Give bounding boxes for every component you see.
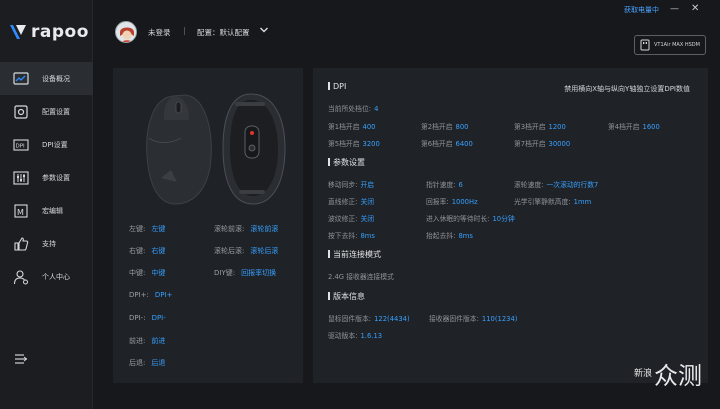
binding-scroll-down: 滚轮后滚: 滚轮后滚 <box>214 247 279 255</box>
header-divider: | <box>183 26 186 35</box>
dpi-level-3: 第3档开启 1200 <box>514 123 566 131</box>
login-status[interactable]: 未登录 <box>148 27 171 38</box>
sidebar-item-label: 个人中心 <box>42 272 70 281</box>
connection-section-title: 当前连接模式 <box>328 249 381 260</box>
header-bar: 未登录 | 配置：默认配置 获取电量中 — ✕ VT1Air MAX HSDM <box>93 0 720 62</box>
close-button[interactable]: ✕ <box>691 3 699 14</box>
dpi-level-6: 第6档开启 6400 <box>421 140 473 148</box>
dpi-icon: DPI <box>12 136 30 154</box>
param-scroll-speed: 滚轮速度: 一次滚动的行数7 <box>514 181 599 189</box>
svg-text:DPI: DPI <box>16 143 26 149</box>
sidebar: rapoo 设备概况 配置设置 DPI DPI设置 参数设置 M 宏编辑 支持 … <box>0 0 93 409</box>
sidebar-nav: 设备概况 配置设置 DPI DPI设置 参数设置 M 宏编辑 支持 个人中心 <box>0 62 93 293</box>
collapse-menu-icon[interactable] <box>14 352 28 366</box>
binding-back: 后退: 后退 <box>129 359 166 367</box>
param-motion-sync: 移动同步: 开启 <box>328 181 375 189</box>
binding-scroll-up: 滚轮前滚: 滚轮前滚 <box>214 225 279 233</box>
param-sleep-timeout: 进入休眠的等待时长: 10分钟 <box>426 215 515 223</box>
param-angle-snapping: 直线修正: 关闭 <box>328 198 375 206</box>
param-ripple-control: 波纹修正: 关闭 <box>328 215 375 223</box>
dpi-level-1: 第1档开启 400 <box>328 123 376 131</box>
sidebar-item-support[interactable]: 支持 <box>0 227 93 260</box>
dpi-level-4: 第4档开启 1600 <box>608 123 660 131</box>
sidebar-item-profile[interactable]: 个人中心 <box>0 260 93 293</box>
sidebar-item-config[interactable]: 配置设置 <box>0 95 93 128</box>
avatar-face-icon <box>116 22 136 42</box>
device-name: VT1Air MAX HSDM <box>654 42 700 48</box>
chart-icon <box>12 70 30 88</box>
connection-mode: 2.4G 接收器连接模式 <box>328 273 394 281</box>
watermark: 新浪 众测 <box>634 356 702 391</box>
usb-receiver-icon <box>640 39 650 51</box>
sidebar-item-label: 支持 <box>42 239 56 248</box>
mouse-firmware-version: 鼠标固件版本: 122(4434) <box>328 315 410 323</box>
sidebar-item-params[interactable]: 参数设置 <box>0 161 93 194</box>
sidebar-item-label: 配置设置 <box>42 107 70 116</box>
sidebar-item-label: 宏编辑 <box>42 206 63 215</box>
dpi-level-2: 第2档开启 800 <box>421 123 469 131</box>
dpi-section-title: DPI <box>328 82 346 91</box>
dpi-level-7: 第7档开启 30000 <box>514 140 571 148</box>
param-release-debounce: 抬起去抖: 8ms <box>426 232 473 240</box>
watermark-big-text: 众测 <box>654 362 702 390</box>
sidebar-item-label: DPI设置 <box>42 140 68 149</box>
binding-middle-click: 中键: 中键 <box>129 269 166 277</box>
svg-text:M: M <box>17 208 24 217</box>
avatar[interactable] <box>115 21 137 43</box>
driver-version: 驱动版本: 1.6.13 <box>328 332 383 340</box>
sliders-icon <box>12 169 30 187</box>
dpi-current-level: 当前所处档位: 4 <box>328 105 379 113</box>
brand-name: rapoo <box>31 22 89 42</box>
device-badge[interactable]: VT1Air MAX HSDM <box>634 35 706 55</box>
binding-diy-key: DIY键: 回报率切换 <box>214 269 277 277</box>
mouse-image <box>146 93 286 205</box>
binding-right-click: 右键: 右键 <box>129 247 166 255</box>
sidebar-item-macro[interactable]: M 宏编辑 <box>0 194 93 227</box>
sidebar-item-dpi[interactable]: DPI DPI设置 <box>0 128 93 161</box>
mouse-overview-panel: 左键: 左键 右键: 右键 中键: 中键 DPI+: DPI+ DPI-: DPI- 前进… <box>113 68 303 383</box>
battery-status-link[interactable]: 获取电量中 <box>624 5 659 15</box>
config-selector[interactable]: 配置：默认配置 <box>197 27 250 38</box>
device-info-panel: DPI 禁用横向X轴与纵向Y轴独立设置DPI数值 当前所处档位: 4 第1档开启 4… <box>313 68 708 383</box>
version-section-title: 版本信息 <box>328 291 365 302</box>
user-icon <box>12 268 30 286</box>
brand-logo: rapoo <box>10 22 89 42</box>
param-press-debounce: 按下去抖: 8ms <box>328 232 375 240</box>
sidebar-item-label: 设备概况 <box>42 74 70 83</box>
watermark-small-text: 新浪 <box>634 368 653 379</box>
minimize-button[interactable]: — <box>670 4 679 14</box>
param-pointer-speed: 指针速度: 6 <box>426 181 463 189</box>
receiver-firmware-version: 接收器固件版本: 110(1234) <box>429 315 518 323</box>
param-lift-off-distance: 光学引擎静默高度: 1mm <box>514 198 592 206</box>
dpi-independent-axis-note: 禁用横向X轴与纵向Y轴独立设置DPI数值 <box>564 85 690 93</box>
macro-icon: M <box>12 202 30 220</box>
binding-dpi-down: DPI-: DPI- <box>129 314 166 322</box>
param-polling-rate: 回报率: 1000Hz <box>426 198 478 206</box>
sidebar-item-overview[interactable]: 设备概况 <box>0 62 93 95</box>
chevron-down-icon[interactable] <box>259 25 269 35</box>
rapoo-logo-icon <box>10 25 26 39</box>
thumbs-up-icon <box>12 235 30 253</box>
sidebar-item-label: 参数设置 <box>42 173 70 182</box>
dpi-level-5: 第5档开启 3200 <box>328 140 380 148</box>
settings-icon <box>12 103 30 121</box>
binding-forward: 前进: 前进 <box>129 337 166 345</box>
params-section-title: 参数设置 <box>328 157 365 168</box>
app-window: rapoo 设备概况 配置设置 DPI DPI设置 参数设置 M 宏编辑 支持 … <box>0 0 720 409</box>
binding-dpi-up: DPI+: DPI+ <box>129 291 173 299</box>
binding-left-click: 左键: 左键 <box>129 225 166 233</box>
